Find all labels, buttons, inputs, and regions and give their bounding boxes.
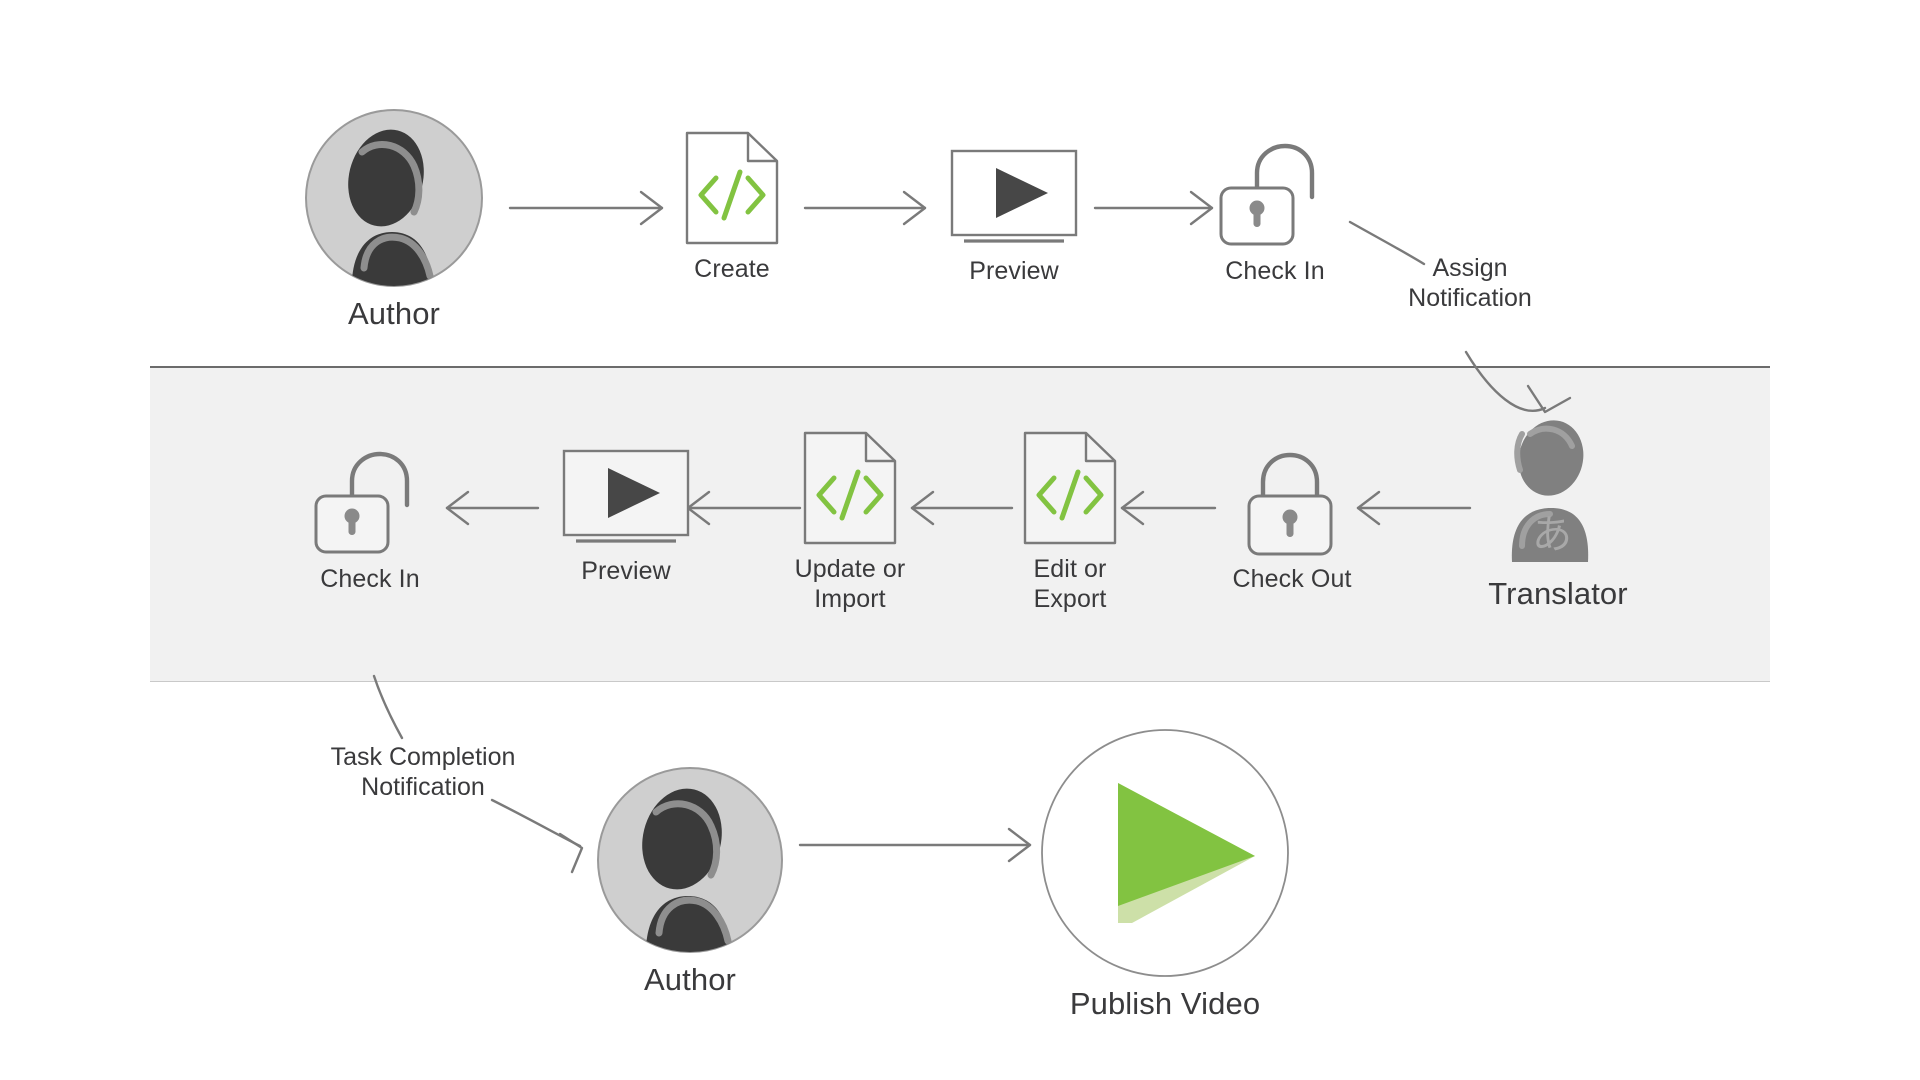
author-avatar-icon [596, 766, 784, 954]
node-label: Create [694, 255, 770, 283]
annotation-assign-notification: Assign Notification [1408, 254, 1532, 312]
arrow-preview-to-checkin [1093, 190, 1214, 226]
publish-play-circle-icon [1040, 728, 1290, 978]
annotation-task-completion-notification: Task Completion Notification [330, 743, 516, 801]
leader-checkin-to-task-note [372, 674, 404, 740]
workflow-diagram: Author Create Preview Check In Assign No… [0, 0, 1920, 1080]
node-publish-video[interactable]: Publish Video [1040, 728, 1290, 1022]
translator-avatar-icon: あ [1498, 418, 1618, 568]
preview-monitor-icon [558, 448, 694, 548]
node-label: Check In [320, 565, 420, 593]
arrow-author-to-create [508, 190, 664, 226]
code-document-icon [684, 130, 780, 246]
node-label: Update or Import [794, 555, 906, 613]
node-checkin-top[interactable]: Check In [1215, 140, 1335, 286]
node-label: Publish Video [1069, 986, 1261, 1021]
node-translator[interactable]: あ Translator [1468, 418, 1648, 612]
node-label: Edit or Export [1033, 555, 1107, 613]
node-preview-mid[interactable]: Preview [542, 448, 710, 586]
node-update-or-import[interactable]: Update or Import [775, 430, 925, 614]
arrow-author-to-publish [798, 827, 1032, 863]
author-avatar-icon [304, 108, 484, 288]
node-edit-or-export[interactable]: Edit or Export [1005, 430, 1135, 614]
node-label: Translator [1488, 576, 1628, 611]
code-document-icon [802, 430, 898, 546]
arrow-create-to-preview [803, 190, 927, 226]
node-label: Author [348, 296, 440, 331]
node-author-bottom[interactable]: Author [596, 766, 784, 998]
node-label: Preview [581, 557, 671, 585]
node-author-top[interactable]: Author [304, 108, 484, 332]
node-checkin-mid[interactable]: Check In [310, 448, 430, 594]
unlocked-padlock-icon [310, 448, 430, 556]
preview-monitor-icon [946, 148, 1082, 248]
node-label: Author [644, 962, 736, 997]
node-label: Preview [969, 257, 1059, 285]
node-create[interactable]: Create [672, 130, 792, 284]
node-checkout[interactable]: Check Out [1222, 448, 1362, 594]
locked-padlock-icon [1237, 448, 1347, 556]
arrow-task-note-to-author [490, 798, 584, 874]
code-document-icon [1022, 430, 1118, 546]
node-preview-top[interactable]: Preview [930, 148, 1098, 286]
svg-text:あ: あ [1532, 512, 1572, 558]
node-label: Check Out [1232, 565, 1352, 593]
node-label: Check In [1225, 257, 1325, 285]
unlocked-padlock-icon [1215, 140, 1335, 248]
